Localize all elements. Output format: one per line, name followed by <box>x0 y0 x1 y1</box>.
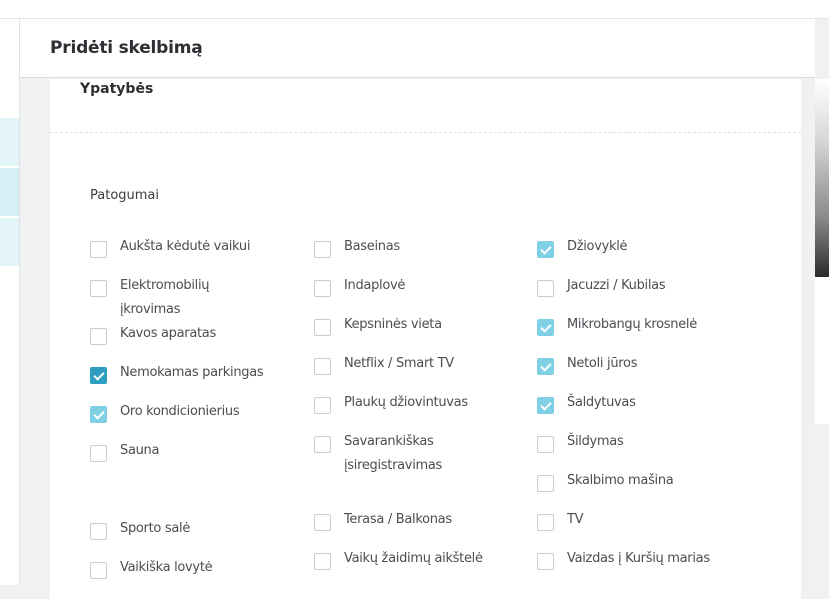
amenity-option[interactable]: Plaukų džiovintuvas <box>314 391 534 430</box>
modal-title: Pridėti skelbimą <box>50 38 203 58</box>
amenity-option[interactable]: Šildymas <box>537 430 757 469</box>
amenity-option[interactable]: Elektromobilių įkrovimas <box>90 274 310 322</box>
amenities-column-2: Baseinas Indaplovė Kepsninės vieta Netfl… <box>314 235 534 586</box>
amenity-checkbox[interactable] <box>314 358 331 375</box>
amenity-option[interactable]: Sauna <box>90 439 310 517</box>
amenity-label: Kepsninės vieta <box>344 317 442 332</box>
amenity-checkbox[interactable] <box>314 436 331 453</box>
amenities-column-3: Džiovyklė Jacuzzi / Kubilas Mikrobangų k… <box>537 235 757 586</box>
amenity-label: Baseinas <box>344 239 400 254</box>
amenity-checkbox[interactable] <box>537 514 554 531</box>
amenity-checkbox[interactable] <box>90 562 107 579</box>
amenity-checkbox[interactable] <box>90 367 107 384</box>
background-sidebar-item <box>0 118 19 166</box>
amenity-checkbox[interactable] <box>537 397 554 414</box>
background-sidebar-item <box>0 218 19 266</box>
amenity-checkbox[interactable] <box>314 553 331 570</box>
background-panel <box>815 79 829 424</box>
amenity-option[interactable]: Vaikų žaidimų aikštelė <box>314 547 534 586</box>
amenity-label: Šildymas <box>567 434 624 449</box>
amenity-option[interactable]: Kavos aparatas <box>90 322 310 361</box>
add-listing-modal: Pridėti skelbimą Ypatybės Patogumai Aukš… <box>20 19 815 599</box>
check-icon <box>540 321 552 333</box>
amenity-checkbox[interactable] <box>537 475 554 492</box>
amenity-option[interactable]: Mikrobangų krosnelė <box>537 313 757 352</box>
amenity-label: Oro kondicionierius <box>120 404 240 419</box>
amenity-label: Savarankiškas įsiregistravimas <box>344 434 443 473</box>
amenity-checkbox[interactable] <box>314 319 331 336</box>
amenity-checkbox[interactable] <box>537 280 554 297</box>
amenity-checkbox[interactable] <box>537 241 554 258</box>
amenity-label: Nemokamas parkingas <box>120 365 264 380</box>
check-icon <box>540 399 552 411</box>
background-sidebar <box>0 19 20 585</box>
amenity-option[interactable]: Džiovyklė <box>537 235 757 274</box>
amenity-option[interactable]: Terasa / Balkonas <box>314 508 534 547</box>
amenity-option[interactable]: Indaplovė <box>314 274 534 313</box>
amenity-option[interactable]: Šaldytuvas <box>537 391 757 430</box>
amenity-option[interactable]: Savarankiškas įsiregistravimas <box>314 430 534 508</box>
amenity-label: Sauna <box>120 443 160 458</box>
amenity-option[interactable]: Sporto salė <box>90 517 310 556</box>
amenity-option[interactable]: Aukšta kėdutė vaikui <box>90 235 310 274</box>
amenity-label: Jacuzzi / Kubilas <box>567 278 666 293</box>
top-bar <box>0 0 829 19</box>
amenity-checkbox[interactable] <box>90 445 107 462</box>
section-title: Ypatybės <box>80 81 154 97</box>
check-icon <box>540 360 552 372</box>
amenity-checkbox[interactable] <box>537 319 554 336</box>
amenity-option[interactable]: Baseinas <box>314 235 534 274</box>
amenity-option[interactable]: Netoli jūros <box>537 352 757 391</box>
amenity-checkbox[interactable] <box>537 358 554 375</box>
amenity-label: Plaukų džiovintuvas <box>344 395 468 410</box>
amenity-option[interactable]: Jacuzzi / Kubilas <box>537 274 757 313</box>
amenity-checkbox[interactable] <box>537 436 554 453</box>
amenity-label: Šaldytuvas <box>567 395 636 410</box>
amenity-label: TV <box>567 512 584 527</box>
amenities-column-1: Aukšta kėdutė vaikui Elektromobilių įkro… <box>90 235 310 595</box>
amenity-checkbox[interactable] <box>90 280 107 297</box>
features-card: Ypatybės Patogumai Aukšta kėdutė vaikui … <box>50 79 801 599</box>
amenity-checkbox[interactable] <box>314 514 331 531</box>
amenity-checkbox[interactable] <box>90 328 107 345</box>
amenity-checkbox[interactable] <box>90 241 107 258</box>
amenity-option[interactable]: Vaikiška lovytė <box>90 556 310 595</box>
amenity-label: Netflix / Smart TV <box>344 356 454 371</box>
amenity-label: Vaizdas į Kuršių marias <box>567 551 710 566</box>
background-sidebar-item-active <box>0 168 19 216</box>
amenity-label: Indaplovė <box>344 278 406 293</box>
amenity-label: Aukšta kėdutė vaikui <box>120 239 251 254</box>
amenity-label: Sporto salė <box>120 521 191 536</box>
amenity-label: Terasa / Balkonas <box>344 512 452 527</box>
amenity-label: Džiovyklė <box>567 239 628 254</box>
amenity-label: Kavos aparatas <box>120 326 216 341</box>
background-image <box>815 79 829 277</box>
amenity-option[interactable]: TV <box>537 508 757 547</box>
check-icon <box>93 408 105 420</box>
amenity-option[interactable]: Oro kondicionierius <box>90 400 310 439</box>
amenity-checkbox[interactable] <box>90 523 107 540</box>
amenity-option[interactable]: Nemokamas parkingas <box>90 361 310 400</box>
amenity-checkbox[interactable] <box>314 280 331 297</box>
amenity-option[interactable]: Kepsninės vieta <box>314 313 534 352</box>
amenity-option[interactable]: Skalbimo mašina <box>537 469 757 508</box>
amenity-label: Vaikų žaidimų aikštelė <box>344 551 483 566</box>
amenity-label: Netoli jūros <box>567 356 638 371</box>
amenities-group-title: Patogumai <box>90 188 160 203</box>
amenity-checkbox[interactable] <box>90 406 107 423</box>
amenity-checkbox[interactable] <box>314 241 331 258</box>
check-icon <box>540 243 552 255</box>
check-icon <box>93 369 105 381</box>
modal-header: Pridėti skelbimą <box>20 19 815 78</box>
amenity-label: Vaikiška lovytė <box>120 560 213 575</box>
amenity-option[interactable]: Netflix / Smart TV <box>314 352 534 391</box>
amenity-option[interactable]: Vaizdas į Kuršių marias <box>537 547 757 586</box>
amenity-label: Skalbimo mašina <box>567 473 674 488</box>
section-divider <box>50 132 801 133</box>
amenity-checkbox[interactable] <box>314 397 331 414</box>
amenity-label: Mikrobangų krosnelė <box>567 317 697 332</box>
amenity-checkbox[interactable] <box>537 553 554 570</box>
amenity-label: Elektromobilių įkrovimas <box>120 278 210 317</box>
